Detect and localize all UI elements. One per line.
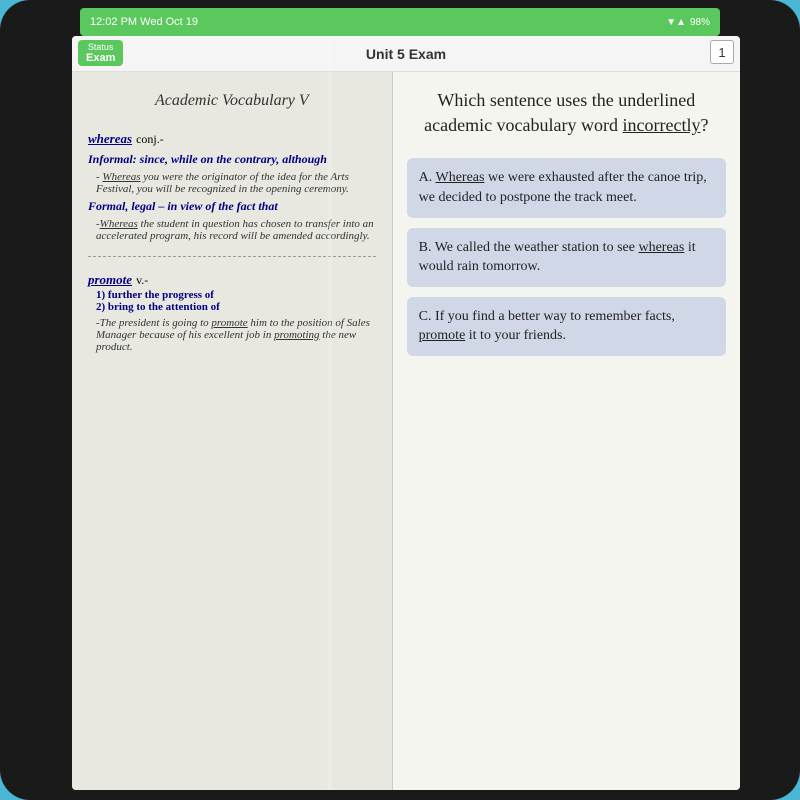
vocab-pos-whereas: conj.- — [136, 132, 164, 146]
header-title: Unit 5 Exam — [366, 46, 446, 62]
promote-underline-2: promoting — [274, 329, 319, 341]
option-c-promote: promote — [419, 328, 466, 343]
app-container: Status Exam Unit 5 Exam 1 Academic Vocab… — [72, 36, 740, 790]
vocab-entry-whereas: whereas conj.- Informal: since, while on… — [88, 130, 376, 242]
def2-example-whereas: -Whereas the student in question has cho… — [96, 218, 376, 242]
vocab-word-promote: promote — [88, 272, 132, 287]
status-badge: Status Exam — [78, 40, 123, 66]
option-a-whereas: Whereas — [436, 170, 485, 185]
promote-def2: 2) bring to the attention of — [96, 301, 376, 313]
panel-title: Academic Vocabulary V — [88, 92, 376, 110]
incorrectly-underline: incorrectly — [623, 115, 701, 135]
status-icons: ▼▲ 98% — [666, 17, 710, 28]
battery-text: 98% — [690, 17, 710, 28]
option-b-letter: B. — [419, 240, 432, 255]
right-panel: Which sentence uses the underlined acade… — [393, 72, 740, 790]
answer-option-c[interactable]: C. If you find a better way to remember … — [407, 297, 726, 356]
option-a-letter: A. — [419, 170, 433, 185]
def1-label-whereas: Informal: since, while on the contrary, … — [88, 152, 376, 167]
app-header: Status Exam Unit 5 Exam 1 — [72, 36, 740, 72]
status-badge-value: Exam — [86, 52, 115, 64]
def2-label-whereas: Formal, legal – in view of the fact that — [88, 199, 376, 214]
promote-def1: 1) further the progress of — [96, 289, 376, 301]
left-panel: Academic Vocabulary V whereas conj.- Inf… — [72, 72, 393, 790]
answer-option-b[interactable]: B. We called the weather station to see … — [407, 228, 726, 287]
page-number: 1 — [710, 40, 734, 64]
vocab-word-whereas: whereas — [88, 131, 132, 146]
wifi-icon: ▼▲ — [666, 17, 686, 28]
question-text: Which sentence uses the underlined acade… — [407, 88, 726, 138]
whereas-underline-1: Whereas — [102, 171, 140, 183]
vocab-entry-promote: promote v.- 1) further the progress of 2… — [88, 271, 376, 353]
status-time: 12:02 PM Wed Oct 19 — [90, 16, 198, 28]
answer-option-a[interactable]: A. Whereas we were exhausted after the c… — [407, 158, 726, 217]
promote-underline-1: promote — [211, 317, 247, 329]
option-c-letter: C. — [419, 309, 432, 324]
def1-example-whereas: - Whereas you were the originator of the… — [96, 171, 376, 195]
status-badge-label: Status — [88, 42, 114, 52]
promote-example: -The president is going to promote him t… — [96, 317, 376, 353]
whereas-underline-2: Whereas — [100, 218, 138, 230]
vocab-pos-promote: v.- — [136, 273, 148, 287]
section-divider — [88, 256, 376, 257]
content-area: Academic Vocabulary V whereas conj.- Inf… — [72, 72, 740, 790]
status-bar: 12:02 PM Wed Oct 19 ▼▲ 98% — [80, 8, 720, 36]
device-frame: • • • 12:02 PM Wed Oct 19 ▼▲ 98% Status … — [0, 0, 800, 800]
option-b-whereas: whereas — [638, 240, 684, 255]
